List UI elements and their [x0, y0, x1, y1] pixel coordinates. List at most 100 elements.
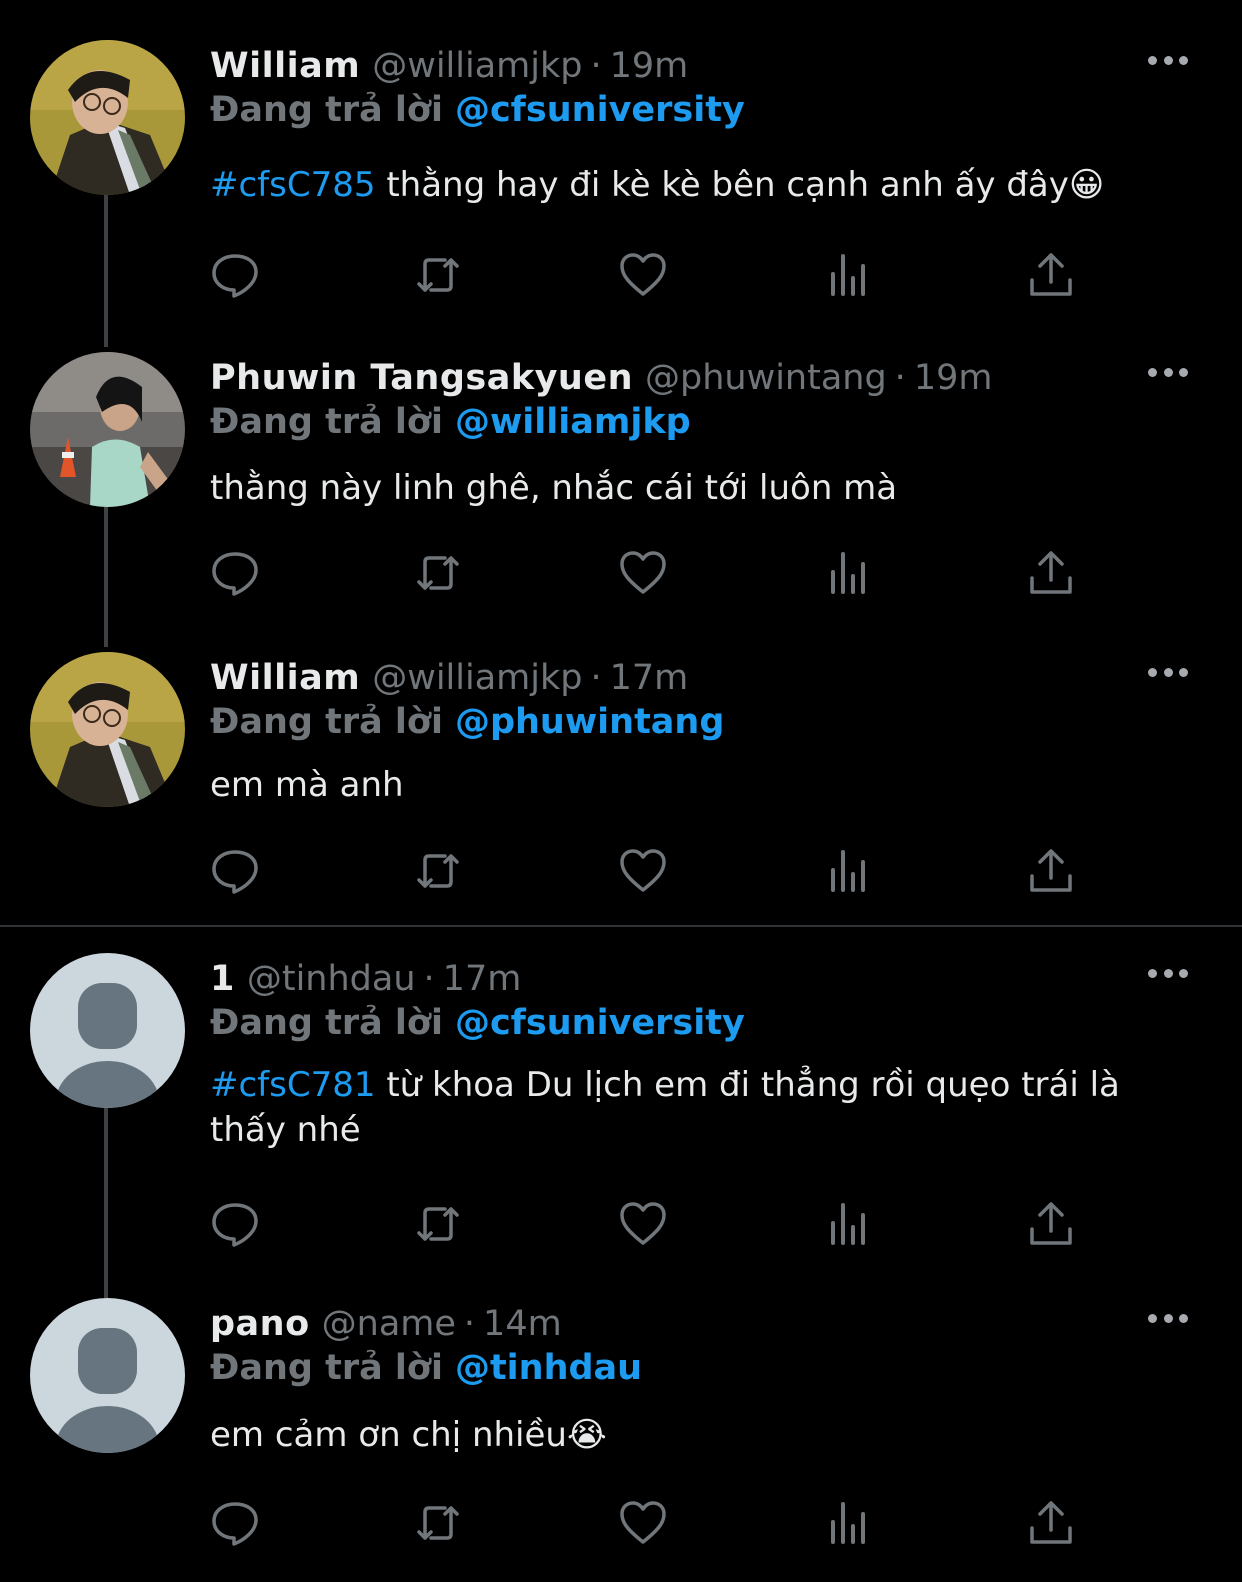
- action-bar: [210, 548, 1090, 598]
- heart-icon[interactable]: [618, 1199, 668, 1249]
- tweet-1[interactable]: William @williamjkp · 19m Đang trả lời @c…: [0, 40, 1242, 347]
- share-upload-icon[interactable]: [1026, 846, 1076, 896]
- avatar-phuwin[interactable]: [30, 352, 185, 507]
- tweet-text: em mà anh: [210, 763, 1170, 808]
- tweet-header: Phuwin Tangsakyuen @phuwintang · 19m: [210, 354, 992, 402]
- author-handle[interactable]: @williamjkp: [372, 658, 582, 698]
- action-bar: [210, 1498, 1090, 1548]
- replying-to-label: Đang trả lời: [210, 1003, 443, 1043]
- reply-mention-link[interactable]: @phuwintang: [455, 702, 724, 742]
- thread-line: [104, 195, 108, 347]
- separator-dot: ·: [423, 959, 435, 999]
- separator-dot: ·: [463, 1304, 476, 1344]
- default-avatar[interactable]: [30, 1298, 185, 1453]
- separator-dot: ·: [590, 658, 602, 698]
- bar-chart-icon[interactable]: [823, 1199, 873, 1249]
- tweet-5[interactable]: pano @name · 14m Đang trả lời @tinhdau em…: [0, 1298, 1242, 1582]
- heart-icon[interactable]: [618, 548, 668, 598]
- replying-to: Đang trả lời @tinhdau: [210, 1348, 642, 1388]
- timestamp[interactable]: 19m: [914, 358, 993, 398]
- speech-bubble-icon[interactable]: [210, 250, 260, 300]
- action-bar: [210, 1199, 1090, 1249]
- replying-to: Đang trả lời @phuwintang: [210, 702, 724, 742]
- tweet-4[interactable]: 1 @tinhdau · 17m Đang trả lời @cfsunivers…: [0, 953, 1242, 1298]
- tweet-text: #cfsC781 từ khoa Du lịch em đi thẳng rồi…: [210, 1063, 1170, 1153]
- bar-chart-icon[interactable]: [823, 1498, 873, 1548]
- author-handle[interactable]: @williamjkp: [372, 46, 582, 86]
- thread-line: [104, 1108, 108, 1298]
- separator-dot: ·: [894, 358, 906, 398]
- replying-to: Đang trả lời @cfsuniversity: [210, 1003, 745, 1043]
- more-dots-icon[interactable]: [1148, 963, 1188, 983]
- thread-divider: [0, 925, 1242, 927]
- reply-mention-link[interactable]: @cfsuniversity: [455, 1003, 745, 1043]
- heart-icon[interactable]: [618, 1498, 668, 1548]
- reply-mention-link[interactable]: @tinhdau: [455, 1348, 642, 1388]
- replying-to: Đang trả lời @williamjkp: [210, 402, 691, 442]
- retweet-icon[interactable]: [413, 250, 463, 300]
- hashtag-link[interactable]: #cfsC785: [210, 165, 376, 205]
- speech-bubble-icon[interactable]: [210, 846, 260, 896]
- tweet-header: William @williamjkp · 17m: [210, 654, 688, 702]
- tweet-header: pano @name · 14m: [210, 1300, 562, 1348]
- author-name[interactable]: Phuwin Tangsakyuen: [210, 358, 633, 398]
- avatar-william[interactable]: [30, 40, 185, 195]
- action-bar: [210, 250, 1090, 300]
- tweet-2[interactable]: Phuwin Tangsakyuen @phuwintang · 19m Đan…: [0, 352, 1242, 647]
- timestamp[interactable]: 19m: [610, 46, 689, 86]
- action-bar: [210, 846, 1090, 896]
- author-handle[interactable]: @phuwintang: [645, 358, 887, 398]
- tweet-text-content: thằng này linh ghê, nhắc cái tới luôn mà: [210, 468, 898, 508]
- share-upload-icon[interactable]: [1026, 250, 1076, 300]
- author-name[interactable]: 1: [210, 959, 235, 999]
- retweet-icon[interactable]: [413, 548, 463, 598]
- author-handle[interactable]: @tinhdau: [247, 959, 416, 999]
- timestamp[interactable]: 14m: [483, 1304, 562, 1344]
- author-name[interactable]: William: [210, 658, 360, 698]
- author-handle[interactable]: @name: [322, 1304, 456, 1344]
- replying-to: Đang trả lời @cfsuniversity: [210, 90, 745, 130]
- default-avatar[interactable]: [30, 953, 185, 1108]
- tweet-text: thằng này linh ghê, nhắc cái tới luôn mà: [210, 466, 1170, 511]
- author-name[interactable]: William: [210, 46, 360, 86]
- reply-mention-link[interactable]: @cfsuniversity: [455, 90, 745, 130]
- avatar-william[interactable]: [30, 652, 185, 807]
- share-upload-icon[interactable]: [1026, 548, 1076, 598]
- timestamp[interactable]: 17m: [443, 959, 522, 999]
- tweet-header: William @williamjkp · 19m: [210, 42, 688, 90]
- hashtag-link[interactable]: #cfsC781: [210, 1065, 376, 1105]
- heart-icon[interactable]: [618, 846, 668, 896]
- tweet-text: #cfsC785 thằng hay đi kè kè bên cạnh anh…: [210, 163, 1170, 208]
- replying-to-label: Đang trả lời: [210, 702, 443, 742]
- more-dots-icon[interactable]: [1148, 1308, 1188, 1328]
- bar-chart-icon[interactable]: [823, 548, 873, 598]
- retweet-icon[interactable]: [413, 846, 463, 896]
- tweet-text-content: em mà anh: [210, 765, 404, 805]
- tweet-header: 1 @tinhdau · 17m: [210, 955, 521, 1003]
- tweet-text-content: em cảm ơn chị nhiều😭: [210, 1415, 607, 1455]
- timestamp[interactable]: 17m: [610, 658, 689, 698]
- more-dots-icon[interactable]: [1148, 662, 1188, 682]
- share-upload-icon[interactable]: [1026, 1498, 1076, 1548]
- replying-to-label: Đang trả lời: [210, 1348, 443, 1388]
- more-dots-icon[interactable]: [1148, 362, 1188, 382]
- tweet-text-content: thằng hay đi kè kè bên cạnh anh ấy đây😀: [386, 165, 1105, 205]
- share-upload-icon[interactable]: [1026, 1199, 1076, 1249]
- replying-to-label: Đang trả lời: [210, 90, 443, 130]
- bar-chart-icon[interactable]: [823, 250, 873, 300]
- thread-line: [104, 507, 108, 647]
- heart-icon[interactable]: [618, 250, 668, 300]
- bar-chart-icon[interactable]: [823, 846, 873, 896]
- retweet-icon[interactable]: [413, 1498, 463, 1548]
- author-name[interactable]: pano: [210, 1304, 310, 1344]
- tweet-text: em cảm ơn chị nhiều😭: [210, 1413, 1170, 1458]
- retweet-icon[interactable]: [413, 1199, 463, 1249]
- separator-dot: ·: [590, 46, 602, 86]
- more-dots-icon[interactable]: [1148, 50, 1188, 70]
- speech-bubble-icon[interactable]: [210, 1498, 260, 1548]
- replying-to-label: Đang trả lời: [210, 402, 443, 442]
- reply-mention-link[interactable]: @williamjkp: [455, 402, 691, 442]
- speech-bubble-icon[interactable]: [210, 1199, 260, 1249]
- tweet-3[interactable]: William @williamjkp · 17m Đang trả lời @p…: [0, 652, 1242, 922]
- speech-bubble-icon[interactable]: [210, 548, 260, 598]
